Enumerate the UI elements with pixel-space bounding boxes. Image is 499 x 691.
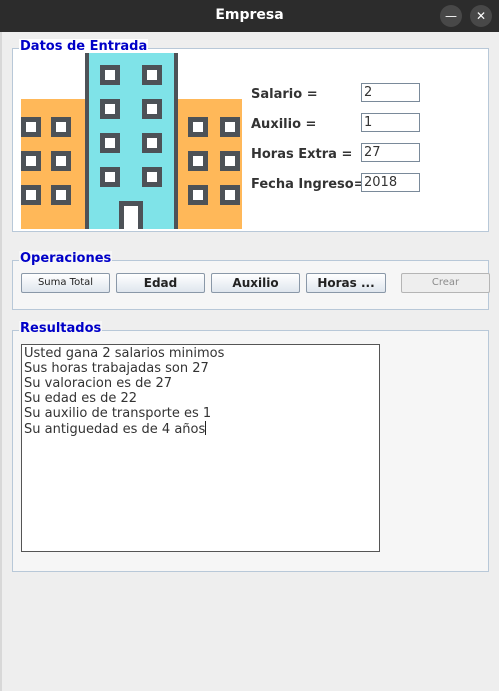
horas-button[interactable]: Horas ... <box>306 273 386 293</box>
salario-label: Salario = <box>251 87 318 102</box>
fecha-ingreso-field[interactable]: 2018 <box>361 173 420 192</box>
entrada-panel: Datos de Entrada Salario = 2 Auxilio = 1… <box>12 39 489 232</box>
title-bar: Empresa — ✕ <box>0 0 499 32</box>
suma-total-button[interactable]: Suma Total <box>21 273 110 293</box>
window-title: Empresa <box>215 7 284 23</box>
result-line: Su auxilio de transporte es 1 <box>24 406 212 421</box>
salario-field[interactable]: 2 <box>361 83 420 102</box>
result-line: Su valoracion es de 27 <box>24 376 173 391</box>
building-icon <box>21 53 242 229</box>
edad-button[interactable]: Edad <box>116 273 205 293</box>
close-icon[interactable]: ✕ <box>470 5 492 27</box>
horas-extra-field[interactable]: 27 <box>361 143 420 162</box>
window-edge <box>0 32 2 691</box>
entrada-legend: Datos de Entrada <box>19 39 149 54</box>
result-line: Usted gana 2 salarios minimos <box>24 346 225 361</box>
resultados-panel: Resultados Usted gana 2 salarios minimos… <box>12 321 489 572</box>
resultados-legend: Resultados <box>19 321 103 336</box>
text-cursor <box>205 421 207 435</box>
fecha-ingreso-label: Fecha Ingreso= <box>251 177 365 192</box>
minimize-icon[interactable]: — <box>440 5 462 27</box>
auxilio-field[interactable]: 1 <box>361 113 420 132</box>
horas-extra-label: Horas Extra = <box>251 147 353 162</box>
result-line: Su antiguedad es de 4 años <box>24 422 206 437</box>
auxilio-button[interactable]: Auxilio <box>211 273 300 293</box>
auxilio-label: Auxilio = <box>251 117 317 132</box>
result-line: Su edad es de 22 <box>24 391 138 406</box>
crear-button[interactable]: Crear <box>401 273 490 293</box>
operaciones-panel: Operaciones Suma Total Edad Auxilio Hora… <box>12 251 490 310</box>
results-textarea[interactable]: Usted gana 2 salarios minimos Sus horas … <box>21 344 380 552</box>
result-line: Sus horas trabajadas son 27 <box>24 361 209 376</box>
operaciones-legend: Operaciones <box>19 251 113 266</box>
